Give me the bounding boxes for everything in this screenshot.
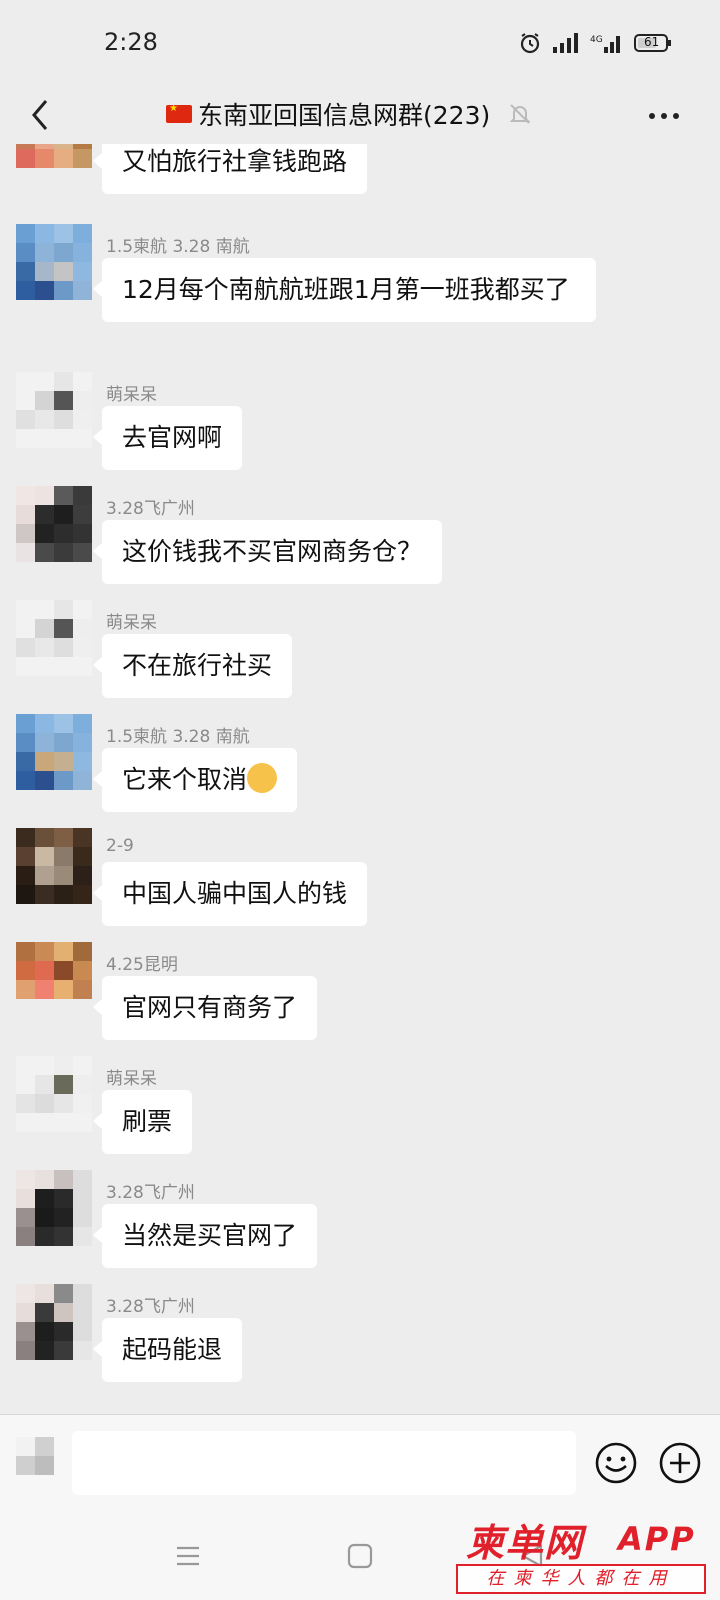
sender-name: 萌呆呆 <box>106 613 157 633</box>
sender-name: 萌呆呆 <box>106 385 157 405</box>
signal-4g-icon: 4G <box>590 32 624 54</box>
mute-bell-icon <box>508 102 532 126</box>
chat-header: 东南亚回国信息网群(223) <box>0 86 720 144</box>
avatar[interactable] <box>16 1284 92 1360</box>
avatar[interactable] <box>16 1170 92 1246</box>
nav-menu-button[interactable] <box>164 1532 212 1580</box>
avatar[interactable] <box>16 828 92 904</box>
message-bubble[interactable]: 不在旅行社买 <box>92 634 293 698</box>
watermark: 柬单网 APP 在柬华人都在用 <box>456 1512 716 1598</box>
smiley-icon <box>595 1442 637 1484</box>
watermark-brand: 柬单网 <box>466 1521 584 1565</box>
message-bubble[interactable]: 当然是买官网了 <box>92 1204 318 1268</box>
avatar[interactable] <box>16 942 92 1018</box>
status-bar: 2:28 4G 61 <box>0 0 720 86</box>
sender-name: 1.5柬航 3.28 南航 <box>106 727 250 747</box>
avatar[interactable] <box>16 1056 92 1132</box>
battery-level: 61 <box>644 35 660 49</box>
self-avatar[interactable] <box>16 1437 54 1475</box>
back-button[interactable] <box>18 92 62 138</box>
message-bubble[interactable]: 起码能退 <box>92 1318 243 1382</box>
sender-name: 4.25昆明 <box>106 955 178 975</box>
message-bubble[interactable]: 12月每个南航航班跟1月第一班我都买了 <box>93 258 596 322</box>
message-bubble[interactable]: 官网只有商务了 <box>92 976 318 1040</box>
avatar[interactable] <box>16 224 92 300</box>
sender-name: 萌呆呆 <box>106 1069 157 1089</box>
status-time: 2:28 <box>104 28 158 56</box>
sender-name: 2-9 <box>106 836 134 856</box>
crying-emoji-icon <box>247 763 278 793</box>
avatar[interactable] <box>16 372 92 448</box>
message-bubble[interactable]: 刷票 <box>92 1090 193 1154</box>
signal-icon <box>552 32 580 54</box>
menu-icon <box>177 1546 199 1566</box>
message-bubble[interactable]: 它来个取消 <box>92 748 298 812</box>
sender-name: 3.28飞广州 <box>106 1297 195 1317</box>
avatar[interactable] <box>16 486 92 562</box>
chevron-left-icon <box>32 100 48 130</box>
input-bar <box>0 1414 720 1510</box>
sender-name: 3.28飞广州 <box>106 1183 195 1203</box>
battery-icon: 61 <box>634 33 672 53</box>
avatar[interactable] <box>16 600 92 676</box>
more-dots-icon <box>649 113 679 119</box>
watermark-slogan: 在柬华人都在用 <box>456 1564 706 1594</box>
message-bubble[interactable]: 又怕旅行社拿钱跑路 <box>92 144 368 194</box>
sender-name: 3.28飞广州 <box>106 499 195 519</box>
emoji-button[interactable] <box>592 1439 640 1487</box>
message-input[interactable] <box>72 1431 576 1495</box>
message-text: 它来个取消 <box>122 765 248 794</box>
more-actions-button[interactable] <box>656 1439 704 1487</box>
message-bubble[interactable]: 去官网啊 <box>92 406 243 470</box>
chat-title-wrap: 东南亚回国信息网群(223) <box>166 94 532 134</box>
message-bubble[interactable]: 中国人骗中国人的钱 <box>92 862 368 926</box>
watermark-app: APP <box>618 1520 696 1558</box>
avatar[interactable] <box>16 144 92 206</box>
sender-name: 1.5柬航 3.28 南航 <box>106 237 250 257</box>
china-flag-icon <box>166 103 192 123</box>
nav-home-button[interactable] <box>336 1532 384 1580</box>
plus-icon <box>659 1442 701 1484</box>
svg-text:4G: 4G <box>590 35 603 45</box>
more-options-button[interactable] <box>642 96 686 136</box>
group-title: 东南亚回国信息网群(223) <box>198 101 491 130</box>
alarm-icon <box>518 31 542 55</box>
status-icons: 4G 61 <box>518 30 672 56</box>
avatar[interactable] <box>16 714 92 790</box>
chat-area[interactable]: 又怕旅行社拿钱跑路 1.5柬航 3.28 南航 12月每个南航航班跟1月第一班我… <box>0 144 720 1414</box>
message-bubble[interactable]: 这价钱我不买官网商务仓？ <box>92 520 443 584</box>
home-square-icon <box>347 1543 373 1569</box>
